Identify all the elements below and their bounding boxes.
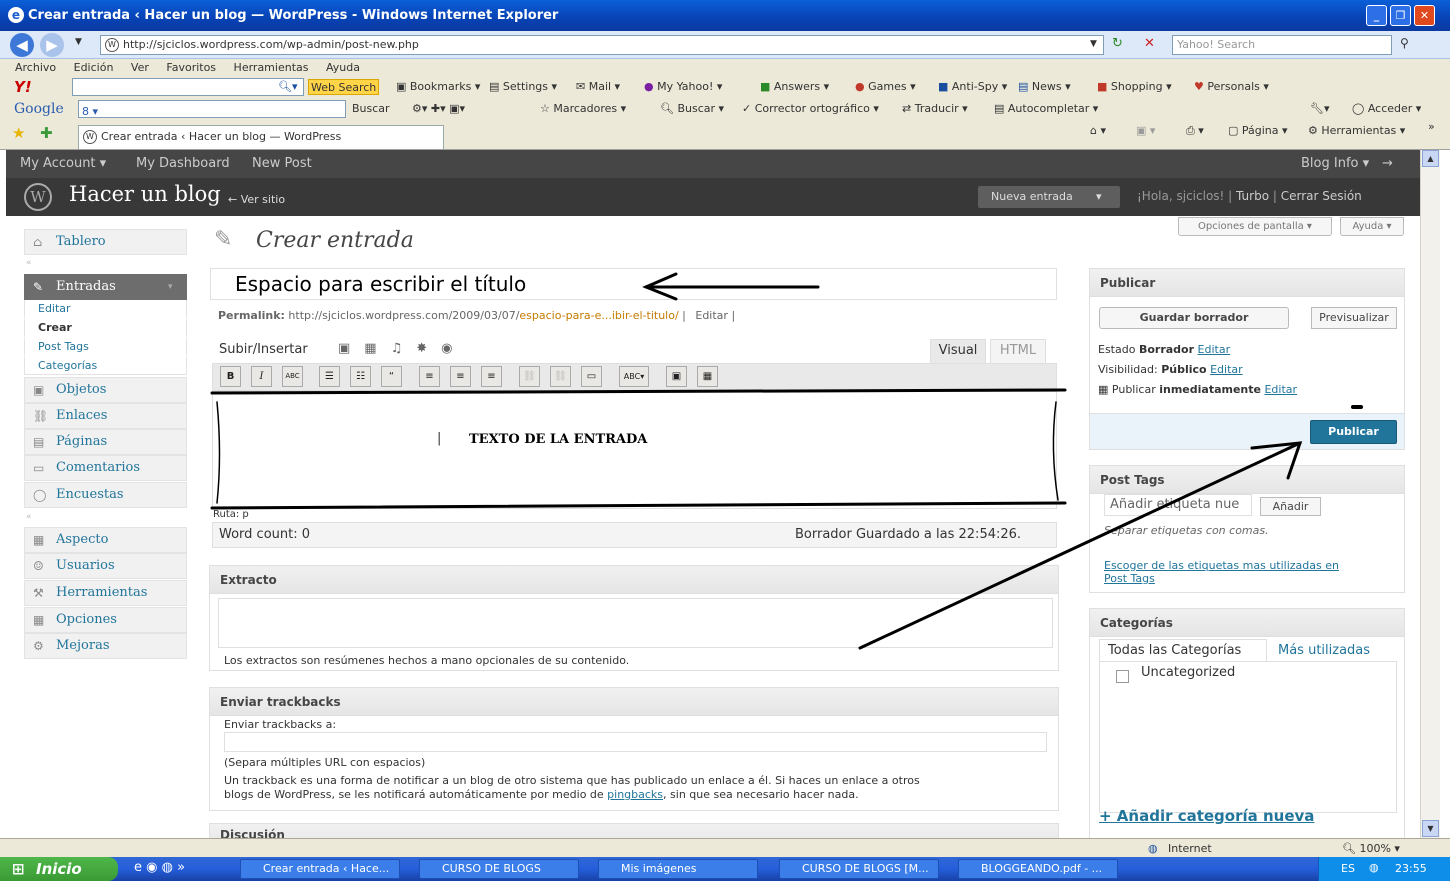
system-tray: ES ◍ 23:55 xyxy=(1318,857,1450,881)
status-bar: ◍ Internet 🔍︎ 100% ▾ xyxy=(0,838,1450,857)
security-zone: Internet xyxy=(1168,842,1212,855)
tray-icon[interactable]: ◍ xyxy=(1369,861,1379,874)
editor-top-line xyxy=(210,388,1067,395)
editor-bottom-line xyxy=(210,501,1067,510)
quicklaunch-icons[interactable]: e ◉ ◍ » xyxy=(134,860,185,875)
task-mis-imagenes[interactable]: Mis imágenes xyxy=(598,859,758,879)
task-bloggeando-pdf[interactable]: BLOGGEANDO.pdf - ... xyxy=(958,859,1118,879)
task-crear-entrada[interactable]: Crear entrada ‹ Hace... xyxy=(240,859,400,879)
task-curso-blogs[interactable]: CURSO DE BLOGS xyxy=(419,859,579,879)
task-curso-blogs-word[interactable]: CURSO DE BLOGS [M... xyxy=(779,859,939,879)
publish-arrow-line xyxy=(858,441,1302,650)
annotation-overlay xyxy=(210,272,1363,650)
globe-icon: ◍ xyxy=(1148,842,1158,855)
language-indicator[interactable]: ES xyxy=(1341,862,1355,875)
editor-right-bracket xyxy=(1052,401,1059,501)
taskbar: ⊞ Inicio e ◉ ◍ » Crear entrada ‹ Hace... … xyxy=(0,857,1450,881)
zoom-level[interactable]: 🔍︎ 100% ▾ xyxy=(1342,839,1400,858)
start-button[interactable]: ⊞ Inicio xyxy=(0,857,118,881)
windows-logo-icon: ⊞ xyxy=(12,860,25,878)
editor-left-bracket xyxy=(216,401,221,504)
clock: 23:55 xyxy=(1395,862,1427,875)
